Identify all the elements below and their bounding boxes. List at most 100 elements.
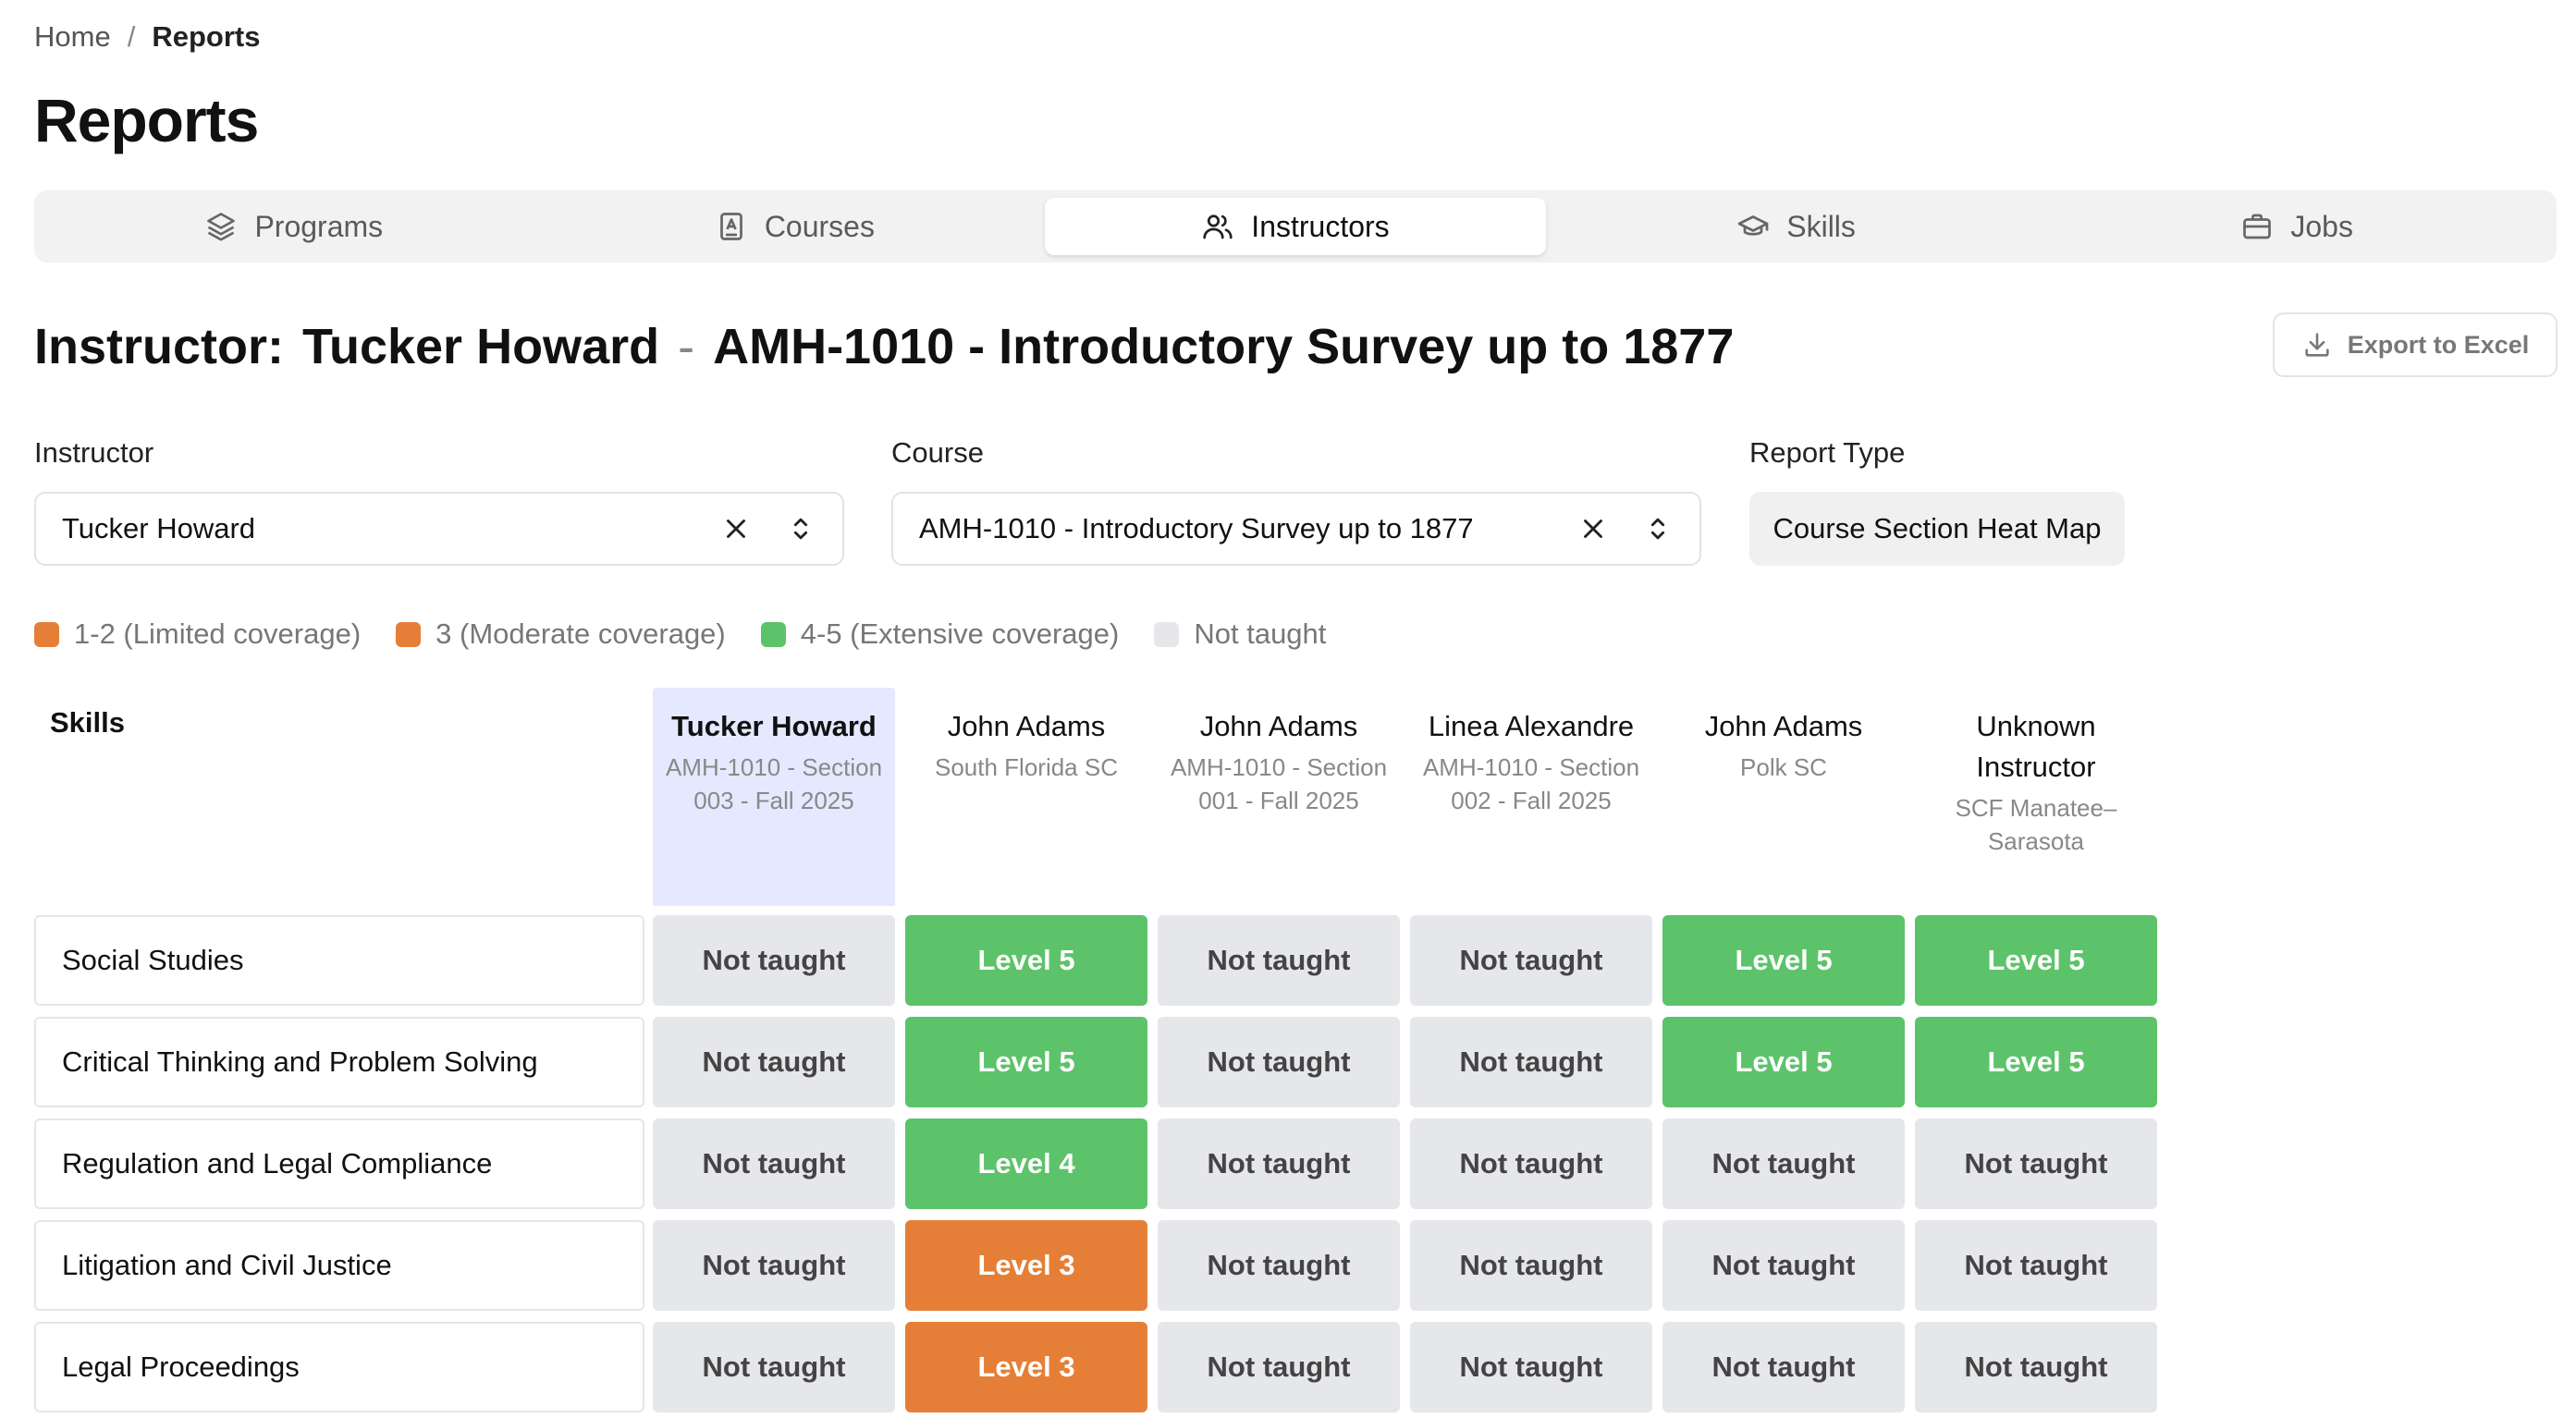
tab-skills-label: Skills — [1786, 209, 1856, 243]
legend-label: 3 (Moderate coverage) — [435, 617, 726, 650]
legend-label: 4-5 (Extensive coverage) — [800, 617, 1120, 650]
tab-courses[interactable]: Courses — [545, 198, 1046, 255]
legend-item-not-taught: Not taught — [1154, 617, 1326, 651]
legend-item-moderate: 3 (Moderate coverage) — [396, 617, 726, 651]
heatmap-cell[interactable]: Not taught — [1158, 915, 1400, 1006]
course-label: Course — [891, 436, 984, 469]
heatmap-cell[interactable]: Level 5 — [1662, 915, 1905, 1006]
heading-dash: - — [678, 319, 695, 374]
column-instructor-name: Unknown Instructor — [1976, 710, 2096, 783]
heatmap-cell[interactable]: Level 5 — [1915, 915, 2157, 1006]
tab-programs[interactable]: Programs — [43, 198, 545, 255]
heatmap-cell[interactable]: Not taught — [653, 1220, 895, 1311]
briefcase-icon — [2243, 214, 2272, 239]
instructor-select-value: Tucker Howard — [62, 512, 256, 544]
legend-label: Not taught — [1194, 617, 1327, 650]
legend-label: 1-2 (Limited coverage) — [74, 617, 362, 650]
course-select-value: AMH-1010 - Introductory Survey up to 187… — [919, 512, 1474, 544]
column-header[interactable]: Linea Alexandre AMH-1010 - Section 002 -… — [1410, 688, 1652, 817]
breadcrumb-home-link[interactable]: Home — [34, 20, 111, 54]
heatmap-cell[interactable]: Not taught — [1158, 1322, 1400, 1412]
breadcrumb: Home / Reports — [34, 20, 260, 54]
skill-row-label: Litigation and Civil Justice — [34, 1220, 644, 1311]
column-instructor-name: John Adams — [1199, 710, 1358, 742]
column-header[interactable]: Unknown Instructor SCF Manatee–Sarasota — [1915, 688, 2157, 858]
download-icon — [2305, 333, 2329, 357]
column-header[interactable]: Tucker Howard AMH-1010 - Section 003 - F… — [653, 688, 895, 906]
heading-prefix: Instructor: — [34, 319, 284, 374]
column-section: SCF Manatee–Sarasota — [1955, 794, 2117, 855]
heatmap-cell[interactable]: Not taught — [1158, 1017, 1400, 1107]
column-section: AMH-1010 - Section 002 - Fall 2025 — [1422, 753, 1640, 814]
instructor-label: Instructor — [34, 436, 154, 469]
heatmap-cell[interactable]: Not taught — [653, 915, 895, 1006]
heatmap-cell[interactable]: Not taught — [1662, 1322, 1905, 1412]
breadcrumb-separator: / — [127, 20, 136, 53]
heatmap-cell[interactable]: Not taught — [1158, 1119, 1400, 1209]
heatmap-cell[interactable]: Level 5 — [905, 915, 1147, 1006]
heatmap-cell[interactable]: Not taught — [1915, 1220, 2157, 1311]
tab-jobs[interactable]: Jobs — [2046, 198, 2547, 255]
heatmap-cell[interactable]: Level 3 — [905, 1322, 1147, 1412]
heatmap-cell[interactable]: Level 4 — [905, 1119, 1147, 1209]
heatmap-cell[interactable]: Level 5 — [905, 1017, 1147, 1107]
legend-swatch — [1154, 621, 1180, 647]
clear-icon[interactable] — [1577, 513, 1609, 544]
graduation-cap-icon — [1737, 215, 1769, 236]
heatmap-cell[interactable]: Level 3 — [905, 1220, 1147, 1311]
heading-course: AMH-1010 - Introductory Survey up to 187… — [713, 319, 1735, 374]
report-type-label: Report Type — [1749, 436, 1906, 469]
heatmap-cell[interactable]: Not taught — [1915, 1322, 2157, 1412]
users-icon — [1203, 214, 1233, 239]
heatmap-cell[interactable]: Not taught — [653, 1119, 895, 1209]
report-type-select[interactable]: Course Section Heat Map — [1749, 492, 2125, 566]
heatmap-cell[interactable]: Not taught — [653, 1322, 895, 1412]
tab-skills[interactable]: Skills — [1546, 198, 2047, 255]
column-section: AMH-1010 - Section 003 - Fall 2025 — [665, 753, 883, 814]
tab-instructors-label: Instructors — [1251, 209, 1390, 243]
column-section: South Florida SC — [935, 753, 1118, 781]
export-label: Export to Excel — [2347, 330, 2530, 359]
course-select[interactable]: AMH-1010 - Introductory Survey up to 187… — [891, 492, 1701, 566]
legend-swatch — [34, 621, 59, 647]
legend-swatch — [760, 621, 786, 647]
heatmap-cell[interactable]: Not taught — [1662, 1119, 1905, 1209]
report-heading: Instructor: Tucker Howard - AMH-1010 - I… — [34, 318, 1734, 375]
column-section: Polk SC — [1740, 753, 1827, 781]
column-instructor-name: John Adams — [1704, 710, 1863, 742]
column-instructor-name: Tucker Howard — [671, 710, 877, 742]
legend-item-limited: 1-2 (Limited coverage) — [34, 617, 361, 651]
heatmap-cell[interactable]: Not taught — [1662, 1220, 1905, 1311]
heatmap-cell[interactable]: Not taught — [653, 1017, 895, 1107]
skills-column-header: Skills — [50, 706, 125, 739]
skill-row-label: Critical Thinking and Problem Solving — [34, 1017, 644, 1107]
tab-jobs-label: Jobs — [2290, 209, 2353, 243]
column-header[interactable]: John Adams Polk SC — [1662, 688, 1905, 784]
clear-icon[interactable] — [720, 513, 752, 544]
heatmap-cell[interactable]: Not taught — [1158, 1220, 1400, 1311]
tab-programs-label: Programs — [254, 209, 384, 243]
heatmap-cell[interactable]: Not taught — [1410, 915, 1652, 1006]
heatmap-cell[interactable]: Not taught — [1410, 1322, 1652, 1412]
export-to-excel-button[interactable]: Export to Excel — [2273, 312, 2558, 377]
tab-instructors[interactable]: Instructors — [1045, 198, 1546, 255]
tab-courses-label: Courses — [764, 209, 875, 243]
page-title: Reports — [34, 86, 259, 154]
chevron-up-down-icon[interactable] — [1642, 513, 1674, 544]
heatmap-cell[interactable]: Not taught — [1915, 1119, 2157, 1209]
legend-item-extensive: 4-5 (Extensive coverage) — [760, 617, 1120, 651]
legend-swatch — [396, 621, 422, 647]
heatmap-cell[interactable]: Not taught — [1410, 1220, 1652, 1311]
book-icon — [719, 213, 742, 240]
heatmap-cell[interactable]: Not taught — [1410, 1119, 1652, 1209]
skill-row-label: Regulation and Legal Compliance — [34, 1119, 644, 1209]
column-header[interactable]: John Adams AMH-1010 - Section 001 - Fall… — [1158, 688, 1400, 817]
heatmap-cell[interactable]: Not taught — [1410, 1017, 1652, 1107]
heatmap-cell[interactable]: Level 5 — [1915, 1017, 2157, 1107]
heatmap-cell[interactable]: Level 5 — [1662, 1017, 1905, 1107]
report-tabs: Programs Courses Instructors Skills Jobs — [34, 190, 2557, 263]
column-header[interactable]: John Adams South Florida SC — [905, 688, 1147, 784]
instructor-select[interactable]: Tucker Howard — [34, 492, 844, 566]
column-section: AMH-1010 - Section 001 - Fall 2025 — [1170, 753, 1388, 814]
chevron-up-down-icon[interactable] — [785, 513, 816, 544]
